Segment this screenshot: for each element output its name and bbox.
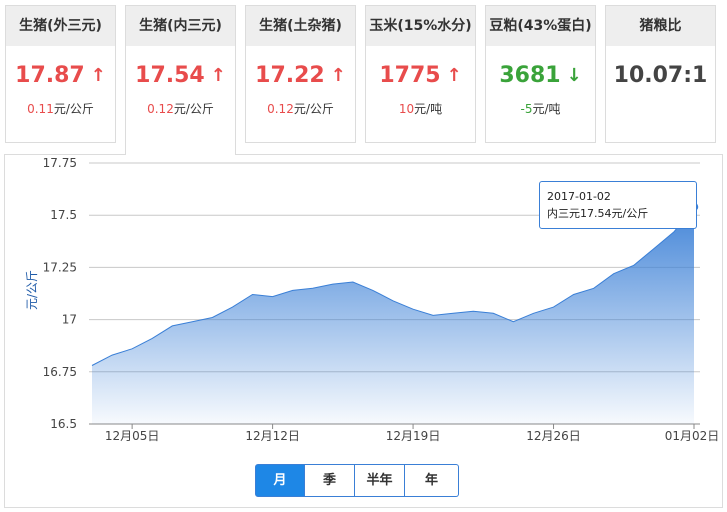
period-button-half-year[interactable]: 半年 (355, 464, 405, 497)
card-title: 生猪(内三元) (126, 6, 235, 46)
x-tick-label: 12月19日 (386, 429, 441, 443)
period-selector: 月 季 半年 年 (255, 464, 459, 497)
y-tick-label: 17.75 (43, 156, 77, 170)
y-tick-label: 17 (62, 313, 77, 327)
price-chart: 17.75 17.5 17.25 17 16.75 16.5 12月05日 12月12日 12月… (25, 156, 720, 443)
chart-tooltip: 2017-01-02 内三元17.54元/公斤 (539, 181, 697, 229)
x-tick-label: 12月05日 (105, 429, 160, 443)
period-button-month[interactable]: 月 (255, 464, 305, 497)
card-price: 17.54 ↑ (126, 62, 235, 90)
price-card-1[interactable]: 生猪(内三元) 17.54 ↑ 0.12元/公斤 (125, 5, 236, 155)
card-change-unit: 元/公斤 (173, 102, 214, 116)
x-tick-label: 12月12日 (245, 429, 300, 443)
period-button-quarter[interactable]: 季 (305, 464, 355, 497)
y-tick-label: 16.5 (50, 417, 77, 431)
y-axis-label: 元/公斤 (25, 270, 39, 310)
card-price-value: 17.54 (135, 63, 205, 88)
tooltip-value: 内三元17.54元/公斤 (547, 207, 649, 220)
period-button-year[interactable]: 年 (405, 464, 459, 497)
series-area (92, 206, 694, 424)
y-tick-label: 17.5 (50, 208, 77, 222)
x-tick-label: 12月26日 (526, 429, 581, 443)
arrow-up-icon: ↑ (210, 65, 226, 86)
card-change-value: 0.12 (147, 102, 174, 116)
x-tick-label: 01月02日 (665, 429, 720, 443)
tooltip-date: 2017-01-02 (547, 190, 611, 203)
card-change: 0.12元/公斤 (126, 100, 235, 117)
y-tick-label: 17.25 (43, 260, 77, 274)
y-tick-label: 16.75 (43, 365, 77, 379)
